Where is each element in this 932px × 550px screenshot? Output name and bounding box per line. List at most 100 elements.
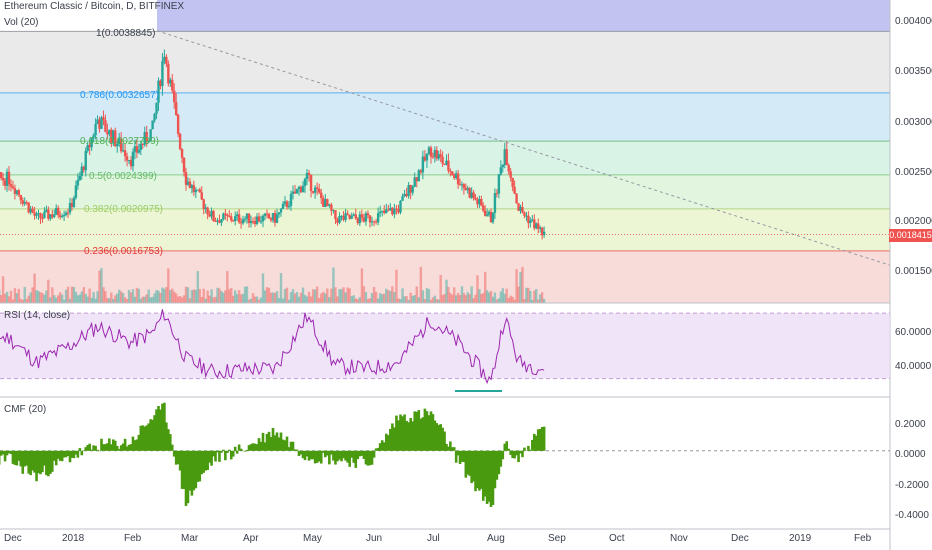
time-tick: Oct — [609, 533, 625, 544]
candle-body — [72, 197, 76, 207]
candle-body — [368, 215, 372, 223]
candle-body — [509, 171, 512, 178]
cmf-label: CMF (20) — [4, 404, 47, 415]
candle-body — [350, 216, 353, 219]
candle-body — [425, 153, 429, 161]
price-tick: 0.0030000 — [895, 117, 932, 128]
time-tick: Jul — [427, 533, 440, 544]
candle-body — [102, 117, 105, 121]
cmf-tick: 0.0000 — [895, 449, 926, 460]
candle-body — [19, 194, 23, 201]
candle-body — [456, 173, 460, 185]
price-tick: 0.0040000 — [895, 16, 932, 27]
fib-label: 0.618(0.0027799) — [80, 136, 159, 147]
candle-body — [275, 214, 279, 223]
candle-body — [180, 149, 184, 158]
candle-body — [173, 90, 176, 103]
candle-body — [507, 165, 510, 172]
candle-body — [66, 212, 70, 214]
price-tick: 0.0020000 — [895, 216, 932, 227]
candle-body — [399, 200, 402, 213]
candle-body — [76, 180, 80, 186]
fib-label: 0.382(0.0020975) — [84, 204, 163, 215]
rsi-tick: 60.0000 — [895, 327, 932, 338]
candle-body — [17, 190, 21, 195]
cmf-bar — [214, 450, 217, 462]
candle-body — [267, 213, 271, 219]
candle-body — [155, 102, 158, 114]
volume-bar — [542, 298, 546, 303]
candle-body — [212, 210, 215, 222]
candle-body — [60, 215, 64, 217]
candle-body — [501, 165, 505, 168]
fib-band — [0, 31, 890, 93]
candle-body — [41, 218, 44, 220]
candle-body — [295, 189, 299, 194]
candle-body — [441, 156, 444, 164]
cmf-bar — [523, 447, 526, 451]
time-tick: Feb — [124, 533, 142, 544]
cmf-tick: -0.4000 — [895, 510, 929, 521]
candle-body — [131, 151, 135, 167]
cmf-bar — [521, 450, 524, 458]
candle-body — [493, 193, 497, 213]
candle-body — [174, 102, 178, 115]
candle-body — [74, 185, 78, 198]
rsi-tick: 40.0000 — [895, 361, 932, 372]
candle-body — [482, 205, 485, 211]
candle-body — [243, 218, 247, 220]
candle-body — [360, 214, 364, 218]
cmf-bar — [80, 450, 84, 456]
price-tick: 0.0035000 — [895, 66, 932, 77]
candle-body — [511, 177, 514, 187]
candle-body — [513, 186, 516, 194]
candle-body — [301, 186, 305, 193]
candle-body — [462, 184, 466, 188]
candle-body — [261, 215, 265, 222]
volume-label: Vol (20) — [4, 17, 39, 28]
price-tick: 0.0025000 — [895, 167, 932, 178]
chart-title: Ethereum Classic / Bitcoin, D, BITFINEX — [4, 1, 185, 12]
candle-body — [137, 149, 141, 153]
time-tick: May — [303, 533, 322, 544]
candle-body — [303, 178, 307, 187]
candle-body — [104, 120, 107, 132]
candle-body — [289, 193, 293, 206]
time-tick: Dec — [731, 533, 749, 544]
volume-bar — [279, 273, 283, 303]
cmf-bar — [96, 449, 99, 451]
candle-body — [165, 56, 168, 64]
candle-body — [521, 206, 524, 213]
cmf-bar — [507, 448, 511, 451]
candle-body — [233, 216, 237, 222]
candle-body — [346, 213, 349, 215]
candle-body — [309, 174, 313, 192]
time-tick: Dec — [4, 533, 22, 544]
cmf-bar — [239, 448, 243, 451]
candle-body — [31, 208, 34, 213]
candle-body — [171, 79, 174, 91]
candle-body — [366, 213, 370, 216]
candle-body — [161, 61, 164, 87]
candle-body — [182, 157, 186, 173]
candle-body — [447, 160, 450, 171]
candle-body — [43, 211, 46, 219]
candle-body — [515, 193, 518, 204]
candle-body — [485, 214, 489, 216]
time-tick: Jun — [366, 533, 383, 544]
candle-body — [334, 210, 337, 220]
candle-body — [151, 120, 154, 130]
candle-body — [429, 147, 433, 157]
candle-body — [287, 205, 291, 208]
candle-body — [480, 198, 483, 206]
cmf-bar — [222, 449, 225, 451]
candle-body — [439, 154, 442, 157]
time-tick: Aug — [487, 533, 505, 544]
candle-body — [84, 150, 87, 171]
candle-body — [491, 212, 495, 223]
fib-band — [157, 0, 890, 32]
candle-body — [277, 212, 281, 215]
candle-body — [472, 192, 475, 198]
cmf-bar — [231, 450, 235, 457]
volume-bar — [395, 269, 398, 303]
